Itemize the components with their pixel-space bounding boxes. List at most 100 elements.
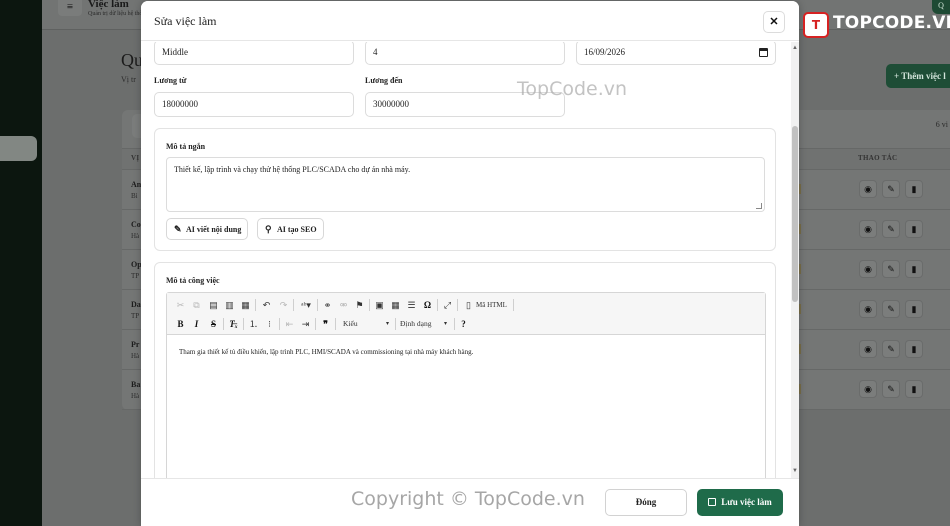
paste-word-icon[interactable]: ▦	[239, 298, 252, 312]
row-title: Pr	[131, 340, 140, 349]
eye-icon[interactable]: ◉	[859, 180, 877, 198]
editor-content[interactable]: Tham gia thiết kế tủ điều khiển, lập trì…	[179, 348, 473, 356]
image-icon[interactable]: ▣	[373, 298, 386, 312]
link-icon[interactable]: ⚭	[321, 298, 334, 312]
job-description-panel: Mô tả công việc ✂ ⧉ ▤ ▥ ▦ ↶ ↷ ᵃᵇ▾ ⚭ ⚮ ⚑ …	[154, 262, 776, 478]
paste-text-icon[interactable]: ▥	[223, 298, 236, 312]
format-dropdown-label: Định dạng	[400, 319, 432, 328]
short-description-text: Thiết kế, lập trình và chạy thử hệ thống…	[174, 165, 411, 174]
ai-seo-button[interactable]: ⚲ AI tạo SEO	[257, 218, 324, 240]
level-input[interactable]: Middle	[154, 42, 354, 65]
undo-icon[interactable]: ↶	[260, 298, 273, 312]
sidebar	[0, 0, 42, 526]
pencil-icon[interactable]: ✎	[882, 260, 900, 278]
sidebar-active-item[interactable]	[0, 136, 37, 161]
column-header-position: VỊ	[131, 154, 140, 162]
pencil-icon[interactable]: ✎	[882, 180, 900, 198]
copy-icon[interactable]: ⧉	[190, 298, 203, 312]
special-char-icon[interactable]: Ω	[421, 298, 434, 312]
italic-icon[interactable]: I	[190, 317, 203, 331]
trash-icon[interactable]: ▮	[905, 380, 923, 398]
remove-format-icon[interactable]: T̶ₓ	[227, 317, 240, 331]
table-icon[interactable]: ▦	[389, 298, 402, 312]
styles-dropdown-label: Kiểu	[343, 319, 358, 328]
salary-to-label: Lương đến	[365, 76, 403, 85]
numbered-list-icon[interactable]: ⒈	[247, 317, 260, 331]
maximize-icon[interactable]: ⤢	[441, 298, 454, 312]
salary-from-input[interactable]: 18000000	[154, 92, 354, 117]
cut-icon[interactable]: ✂	[174, 298, 187, 312]
outdent-icon[interactable]: ⇤	[283, 317, 296, 331]
toolbar-separator	[437, 299, 438, 311]
redo-icon[interactable]: ↷	[277, 298, 290, 312]
row-title: Ba	[131, 380, 141, 389]
deadline-value: 16/09/2026	[584, 47, 626, 57]
search-icon: ⚲	[265, 224, 272, 234]
trash-icon[interactable]: ▮	[905, 300, 923, 318]
pencil-icon[interactable]: ✎	[882, 340, 900, 358]
ai-seo-label: AI tạo SEO	[277, 225, 317, 234]
ai-write-content-button[interactable]: ✎ AI viết nội dung	[166, 218, 249, 240]
row-subtitle: Hà	[131, 232, 140, 240]
eye-icon[interactable]: ◉	[859, 340, 877, 358]
save-icon	[708, 498, 717, 506]
scroll-up-icon[interactable]: ▲	[792, 45, 798, 51]
anchor-flag-icon[interactable]: ⚑	[353, 298, 366, 312]
eye-icon[interactable]: ◉	[859, 220, 877, 238]
pencil-icon[interactable]: ✎	[882, 220, 900, 238]
menu-icon[interactable]: ≡	[58, 0, 82, 16]
app-subtitle: Quản trị dữ liệu hệ thống	[88, 11, 149, 17]
scroll-down-icon[interactable]: ▼	[792, 468, 798, 474]
pencil-icon[interactable]: ✎	[882, 380, 900, 398]
styles-dropdown[interactable]: Kiểu ▾	[343, 317, 393, 331]
unlink-icon[interactable]: ⚮	[337, 298, 350, 312]
add-job-button[interactable]: + Thêm việc l	[886, 64, 950, 88]
source-button-label[interactable]: Mã HTML	[476, 298, 507, 312]
job-count: 6 vi	[935, 120, 948, 129]
source-icon[interactable]: ▯	[462, 298, 475, 312]
eye-icon[interactable]: ◉	[859, 260, 877, 278]
spellcheck-icon[interactable]: ᵃᵇ▾	[297, 298, 315, 312]
toolbar-separator	[513, 299, 514, 311]
blockquote-icon[interactable]: ❞	[319, 317, 332, 331]
scroll-thumb[interactable]	[792, 126, 798, 302]
topcode-logo: T TOPCODE.VN	[803, 10, 950, 40]
paste-icon[interactable]: ▤	[207, 298, 220, 312]
toolbar-separator	[293, 299, 294, 311]
eye-icon[interactable]: ◉	[859, 300, 877, 318]
copyright-watermark: Copyright © TopCode.vn	[351, 488, 585, 510]
strikethrough-icon[interactable]: S	[207, 317, 220, 331]
edit-job-modal: Sửa việc làm ✕ Middle 4 16/09/2026 Lương…	[141, 1, 799, 526]
close-modal-button[interactable]: ✕	[763, 11, 785, 33]
horizontal-line-icon[interactable]: ☰	[405, 298, 418, 312]
short-description-textarea[interactable]: Thiết kế, lập trình và chạy thử hệ thống…	[166, 157, 765, 212]
trash-icon[interactable]: ▮	[905, 340, 923, 358]
close-button[interactable]: Đóng	[605, 489, 687, 516]
magic-wand-icon: ✎	[174, 224, 182, 234]
trash-icon[interactable]: ▮	[905, 260, 923, 278]
row-title: An	[131, 180, 142, 189]
job-description-label: Mô tả công việc	[166, 276, 220, 285]
calendar-icon[interactable]	[759, 48, 768, 57]
trash-icon[interactable]: ▮	[905, 180, 923, 198]
row-title: Da	[131, 300, 141, 309]
pencil-icon[interactable]: ✎	[882, 300, 900, 318]
format-dropdown[interactable]: Định dạng ▾	[400, 317, 452, 331]
eye-icon[interactable]: ◉	[859, 380, 877, 398]
bulleted-list-icon[interactable]: ⁝	[263, 317, 276, 331]
quantity-input[interactable]: 4	[365, 42, 565, 65]
toolbar-separator	[243, 318, 244, 330]
modal-title: Sửa việc làm	[154, 14, 217, 28]
row-title: Co	[131, 220, 141, 229]
indent-icon[interactable]: ⇥	[299, 317, 312, 331]
bold-icon[interactable]: B	[174, 317, 187, 331]
deadline-input[interactable]: 16/09/2026	[576, 42, 776, 65]
resize-handle[interactable]	[756, 203, 762, 209]
save-job-button[interactable]: Lưu việc làm	[697, 489, 783, 516]
trash-icon[interactable]: ▮	[905, 220, 923, 238]
chevron-down-icon: ▾	[444, 321, 448, 327]
short-description-label: Mô tả ngắn	[166, 142, 206, 151]
modal-scrollbar[interactable]: ▲ ▼	[791, 42, 799, 478]
save-job-label: Lưu việc làm	[721, 497, 772, 507]
help-icon[interactable]: ?	[457, 317, 470, 331]
